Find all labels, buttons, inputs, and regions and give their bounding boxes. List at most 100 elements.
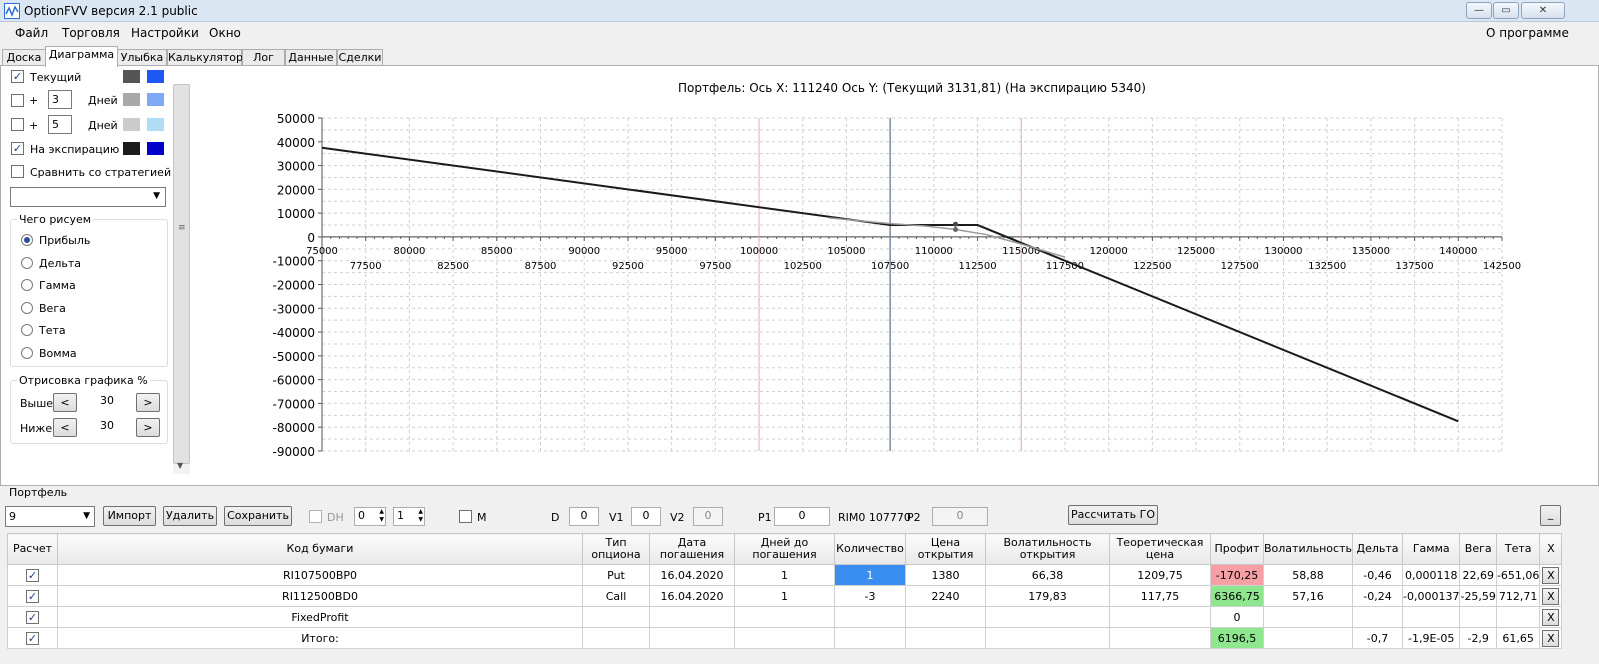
column-header[interactable]: Дельта — [1352, 533, 1403, 565]
column-header[interactable]: Количество — [834, 533, 906, 565]
below-decrease-button[interactable]: < — [53, 418, 77, 437]
calc-go-button[interactable]: Рассчитать ГО — [1068, 505, 1158, 525]
menu-about[interactable]: О программе — [1486, 26, 1569, 40]
table-cell: -170,25 — [1210, 564, 1264, 586]
dh-b-value: 1 — [397, 509, 404, 522]
plus1-days-input[interactable]: 3 — [48, 90, 72, 109]
expiry-color-1[interactable] — [123, 142, 140, 155]
current-color-2[interactable] — [147, 70, 164, 83]
current-checkbox[interactable]: ✓ — [11, 70, 24, 83]
column-header[interactable]: Тета — [1495, 533, 1541, 565]
v2-field[interactable]: 0 — [693, 507, 723, 526]
menu-file[interactable]: Файл — [15, 26, 48, 40]
column-header[interactable]: Вега — [1459, 533, 1497, 565]
calc-checkbox[interactable]: ✓ — [26, 631, 39, 645]
dh-b-stepper[interactable]: 1 ▲ ▼ — [393, 507, 425, 526]
delete-row-button[interactable]: X — [1542, 587, 1560, 605]
column-header[interactable]: X — [1539, 533, 1563, 565]
tab-log[interactable]: Лог — [242, 49, 285, 66]
table-cell[interactable] — [834, 627, 906, 649]
column-header[interactable]: Волатильность — [1263, 533, 1353, 565]
delete-row-button[interactable]: X — [1542, 566, 1560, 584]
menu-settings[interactable]: Настройки — [131, 26, 199, 40]
calc-checkbox[interactable]: ✓ — [26, 589, 39, 603]
table-cell[interactable] — [834, 606, 906, 628]
strategy-combo[interactable]: ▼ — [10, 187, 166, 207]
column-header[interactable]: Теоретическая цена — [1109, 533, 1211, 565]
delete-row-button[interactable]: X — [1542, 629, 1560, 647]
column-header[interactable]: Код бумаги — [57, 533, 583, 565]
column-header[interactable]: Дата погашения — [649, 533, 735, 565]
below-increase-button[interactable]: > — [136, 418, 160, 437]
delete-row-button[interactable]: X — [1542, 608, 1560, 626]
plus2-days-input[interactable]: 5 — [48, 115, 72, 134]
d-field[interactable]: 0 — [569, 507, 599, 526]
minimize-button[interactable]: — — [1466, 2, 1492, 19]
scroll-thumb[interactable]: ≡ — [173, 84, 190, 464]
above-label: Выше — [20, 397, 54, 410]
calc-checkbox[interactable]: ✓ — [26, 610, 39, 624]
delete-cell: X — [1539, 564, 1563, 586]
calc-checkbox[interactable]: ✓ — [26, 568, 39, 582]
expiry-color-2[interactable] — [147, 142, 164, 155]
tab-data[interactable]: Данные — [285, 49, 337, 66]
delete-button[interactable]: Удалить — [163, 506, 217, 526]
table-cell: 0 — [1210, 606, 1264, 628]
radio-option-5[interactable] — [21, 347, 33, 359]
stepper-icon[interactable]: ▲ ▼ — [418, 508, 423, 524]
import-button[interactable]: Импорт — [103, 506, 156, 526]
column-header[interactable]: Волатильность открытия — [985, 533, 1110, 565]
column-header[interactable]: Дней до погашения — [734, 533, 835, 565]
column-header[interactable]: Цена открытия — [905, 533, 986, 565]
menu-trade[interactable]: Торговля — [62, 26, 120, 40]
plus1-color-1[interactable] — [123, 93, 140, 106]
expiry-checkbox[interactable]: ✓ — [11, 142, 24, 155]
table-cell[interactable]: 1 — [834, 564, 906, 586]
plus2-checkbox[interactable] — [11, 118, 24, 131]
column-header[interactable]: Профит — [1210, 533, 1264, 565]
profit-chart[interactable]: Портфель: Ось X: 111240 Ось Y: (Текущий … — [190, 66, 1598, 484]
menu-window[interactable]: Окно — [209, 26, 241, 40]
plus2-plus: + — [29, 119, 39, 132]
v1-field[interactable]: 0 — [631, 507, 661, 526]
p1-field[interactable]: 0 — [774, 507, 830, 526]
column-header[interactable]: Расчет — [7, 533, 58, 565]
tab-smile[interactable]: Улыбка — [117, 49, 167, 66]
stepper-icon[interactable]: ▲ ▼ — [379, 508, 384, 524]
compare-checkbox[interactable] — [11, 165, 24, 178]
portfolio-combo-value: 9 — [9, 510, 16, 523]
close-button[interactable]: ✕ — [1521, 2, 1565, 19]
radio-label: Дельта — [39, 256, 82, 270]
p2-field[interactable]: 0 — [932, 507, 988, 526]
above-increase-button[interactable]: > — [136, 393, 160, 412]
radio-option-0[interactable] — [21, 234, 33, 246]
plus1-checkbox[interactable] — [11, 94, 24, 107]
plus2-color-1[interactable] — [123, 118, 140, 131]
tab-calculator[interactable]: Калькулятор — [167, 49, 243, 66]
chevron-down-icon: ▼ — [83, 511, 90, 521]
tab-board[interactable]: Доска — [2, 49, 46, 66]
minimize-panel-button[interactable]: _ — [1540, 505, 1561, 526]
dh-a-stepper[interactable]: 0 ▲ ▼ — [354, 507, 386, 526]
radio-option-3[interactable] — [21, 301, 33, 314]
table-cell[interactable]: -3 — [834, 585, 906, 607]
m-checkbox[interactable] — [459, 510, 472, 523]
column-header[interactable]: Гамма — [1401, 533, 1461, 565]
plus1-color-2[interactable] — [147, 93, 164, 106]
x-tick-label: 105000 — [827, 246, 865, 257]
portfolio-combo[interactable]: 9 ▼ — [5, 506, 95, 527]
save-button[interactable]: Сохранить — [224, 506, 292, 526]
v1-label: V1 — [609, 511, 624, 524]
left-panel-scrollbar[interactable]: ≡ ▼ — [173, 84, 190, 474]
scroll-down-icon[interactable]: ▼ — [177, 461, 183, 470]
tab-diagram[interactable]: Диаграмма — [45, 46, 118, 67]
radio-option-1[interactable] — [21, 256, 33, 269]
maximize-button[interactable]: ▭ — [1493, 2, 1519, 19]
tab-deals[interactable]: Сделки — [337, 49, 383, 66]
column-header[interactable]: Тип опциона — [582, 533, 650, 565]
plus2-color-2[interactable] — [147, 118, 164, 131]
current-color-1[interactable] — [123, 70, 140, 83]
dh-checkbox[interactable] — [309, 510, 322, 523]
above-decrease-button[interactable]: < — [53, 393, 77, 412]
x-tick-label: 135000 — [1352, 246, 1390, 257]
